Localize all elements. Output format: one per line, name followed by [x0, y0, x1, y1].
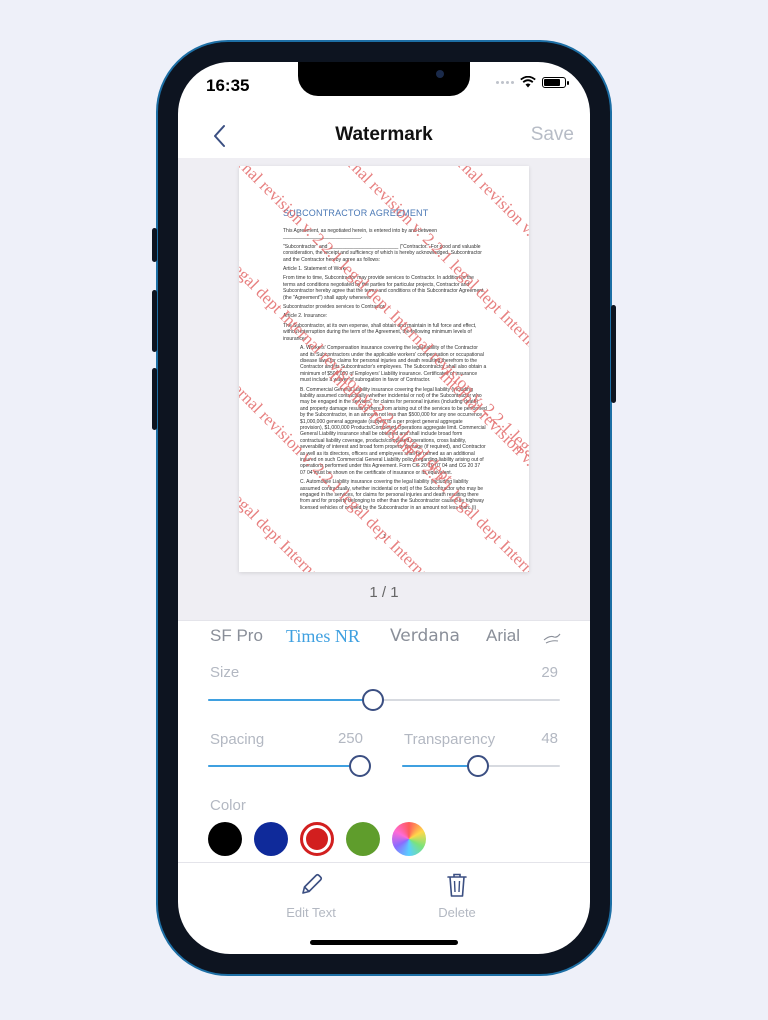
- status-icons: [496, 76, 569, 88]
- slider-thumb[interactable]: [362, 689, 385, 711]
- status-time: 16:35: [206, 76, 250, 95]
- transparency-value: 48: [541, 730, 558, 747]
- document-paragraph: B. Commercial General Liability insuranc…: [300, 386, 487, 476]
- document-paragraph: This Agreement, as negotiated herein, is…: [283, 228, 437, 241]
- page-indicator: 1 / 1: [369, 584, 399, 601]
- document-paragraph: From time to time, Subcontractor may pro…: [283, 275, 484, 301]
- mute-switch: [152, 228, 157, 262]
- color-swatch-red[interactable]: [300, 822, 334, 856]
- document-paragraph: Article 1. Statement of Work:: [283, 266, 347, 273]
- edit-text-button[interactable]: Edit Text: [266, 871, 356, 920]
- trash-icon: [447, 873, 467, 897]
- slider-thumb[interactable]: [466, 755, 489, 777]
- pencil-icon: [302, 873, 323, 894]
- document-paragraph: The Subcontractor, at its own expense, s…: [283, 322, 477, 342]
- color-swatches: [208, 822, 426, 856]
- document-paragraph: C. Automobile Liability insurance coveri…: [300, 479, 485, 511]
- font-option-sf-pro[interactable]: SF Pro: [210, 626, 263, 646]
- font-option-script-icon[interactable]: [542, 631, 562, 645]
- size-label: Size: [210, 664, 240, 681]
- page-title: Watermark: [335, 124, 433, 145]
- color-swatch-blue[interactable]: [254, 822, 288, 856]
- wifi-icon: [520, 76, 536, 88]
- cellular-signal-icon: [496, 80, 514, 84]
- transparency-label: Transparency: [404, 731, 496, 748]
- document-page[interactable]: SUBCONTRACTOR AGREEMENT This Agreement, …: [239, 166, 529, 572]
- font-option-verdana[interactable]: Verdana: [390, 626, 460, 646]
- color-swatch-custom[interactable]: [392, 822, 426, 856]
- power-button: [611, 305, 616, 403]
- size-value: 29: [541, 664, 558, 681]
- document-preview: SUBCONTRACTOR AGREEMENT This Agreement, …: [178, 158, 590, 620]
- document-paragraph: "Subcontractor" and ____________________…: [283, 243, 482, 263]
- volume-up-button: [152, 290, 157, 352]
- delete-label: Delete: [438, 905, 476, 920]
- font-option-times-nr[interactable]: Times NR: [286, 626, 360, 647]
- document-body: This Agreement, as negotiated herein, is…: [283, 228, 487, 514]
- document-paragraph: Subcontractor provides services to Contr…: [283, 304, 386, 311]
- save-button[interactable]: Save: [531, 124, 574, 146]
- slider-thumb[interactable]: [349, 755, 371, 777]
- color-label: Color: [210, 797, 246, 814]
- font-option-arial[interactable]: Arial: [486, 626, 520, 646]
- document-page-number: 1: [383, 534, 386, 540]
- spacing-label: Spacing: [210, 731, 265, 748]
- battery-icon: [542, 76, 569, 88]
- notch: [298, 62, 470, 96]
- color-swatch-black[interactable]: [208, 822, 242, 856]
- font-picker: SF Pro Times NR Verdana Arial: [178, 620, 590, 661]
- spacing-value: 250: [337, 730, 363, 747]
- color-swatch-green[interactable]: [346, 822, 380, 856]
- transparency-slider[interactable]: [402, 755, 560, 777]
- size-slider[interactable]: [208, 689, 560, 711]
- spacing-slider[interactable]: [208, 755, 371, 777]
- app-screen: 16:35 Watermark Save SUBCONTRACTOR AGREE…: [178, 62, 590, 954]
- home-indicator: [310, 940, 458, 945]
- document-paragraph: Article 2. Insurance:: [283, 313, 328, 320]
- edit-text-label: Edit Text: [286, 905, 336, 920]
- delete-button[interactable]: Delete: [412, 871, 502, 920]
- camera-icon: [436, 70, 444, 78]
- document-paragraph: A. Workers' Compensation insurance cover…: [300, 345, 487, 384]
- volume-down-button: [152, 368, 157, 430]
- document-title: SUBCONTRACTOR AGREEMENT: [283, 208, 429, 218]
- navigation-bar: Watermark Save: [178, 114, 590, 158]
